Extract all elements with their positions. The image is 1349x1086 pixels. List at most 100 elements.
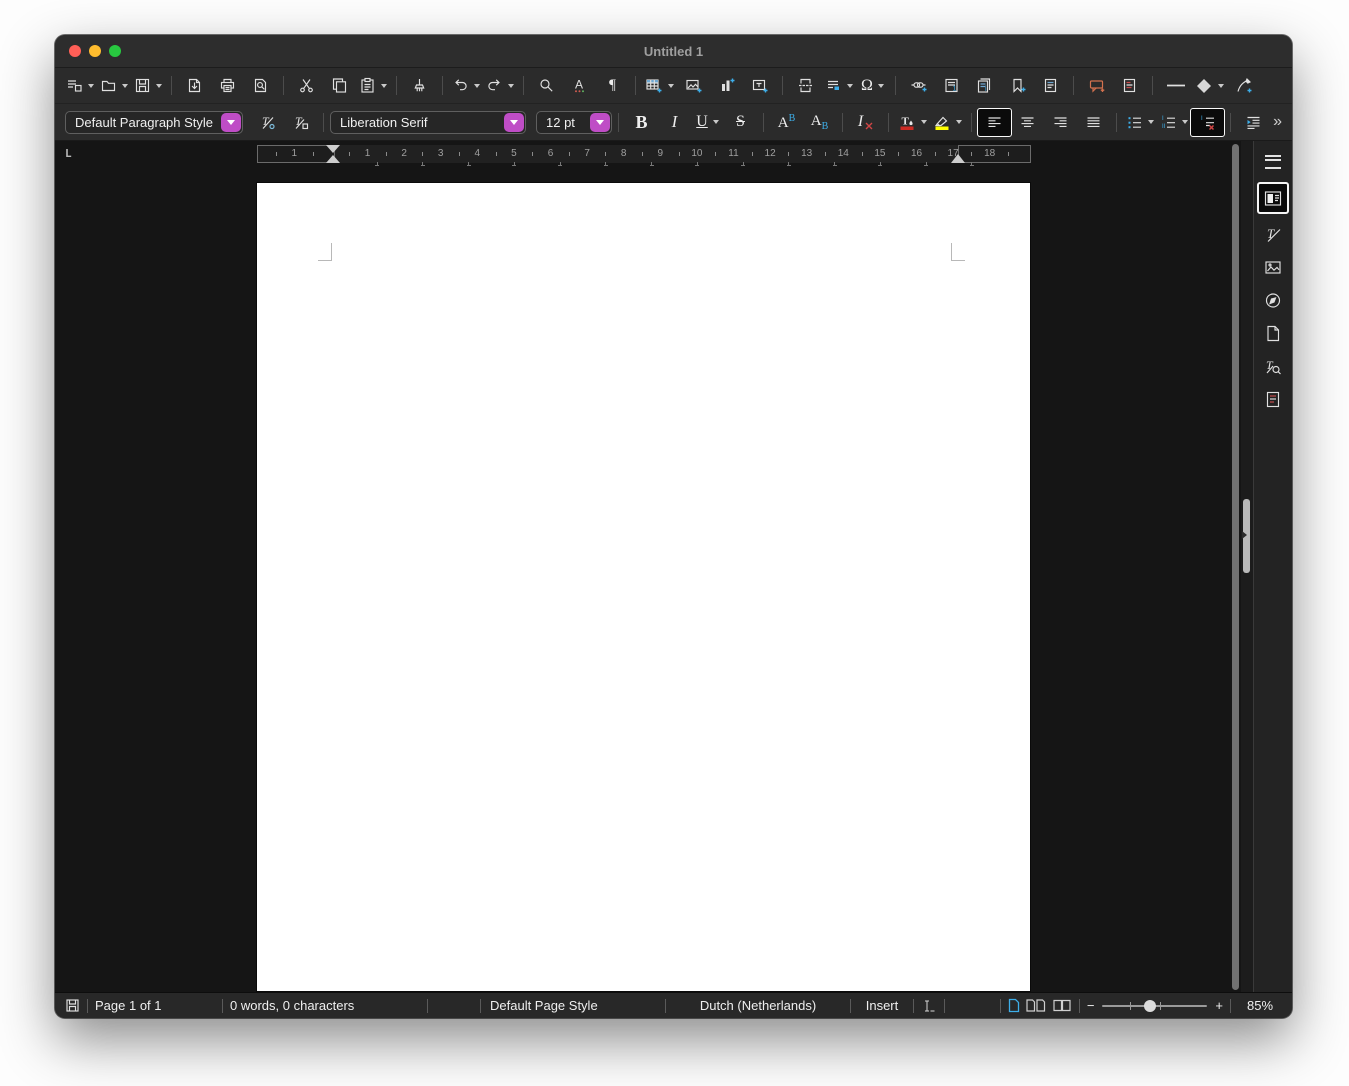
font-name-dropdown-button[interactable] — [504, 113, 524, 132]
document-page[interactable] — [257, 183, 1030, 991]
draw-functions-button[interactable] — [1227, 72, 1260, 99]
sidebar-hide-handle[interactable] — [1243, 499, 1250, 573]
copy-button[interactable] — [323, 72, 356, 99]
sidebar-tab-styles[interactable]: T — [1259, 221, 1287, 247]
page-count[interactable]: Page 1 of 1 — [95, 998, 215, 1013]
tab-stop-selector[interactable]: L — [65, 147, 72, 160]
strikethrough-button[interactable]: S — [724, 109, 757, 136]
text-language[interactable]: Dutch (Netherlands) — [673, 998, 843, 1013]
workspace: L 1123456789101112131415161718 — [55, 141, 1292, 992]
special-character-button[interactable]: Ω — [856, 72, 889, 99]
separator — [1000, 999, 1001, 1013]
book-view-icon[interactable] — [1052, 998, 1072, 1013]
freeform-line-icon — [1235, 77, 1253, 94]
separator — [782, 76, 783, 95]
horizontal-line-button[interactable] — [1159, 72, 1192, 99]
increase-indent-button[interactable] — [1237, 109, 1270, 136]
word-count[interactable]: 0 words, 0 characters — [230, 998, 420, 1013]
insert-image-button[interactable] — [677, 72, 710, 99]
sidebar-tab-properties[interactable] — [1259, 184, 1287, 212]
insert-endnote-button[interactable]: i — [968, 72, 1001, 99]
page-style[interactable]: Default Page Style — [488, 998, 658, 1013]
font-size-combo[interactable]: 12 pt — [536, 111, 612, 134]
superscript-button[interactable]: AB — [770, 109, 803, 136]
font-color-button[interactable]: T — [895, 109, 930, 136]
zoom-level[interactable]: 85% — [1238, 998, 1282, 1013]
horizontal-ruler[interactable]: 1123456789101112131415161718 — [257, 145, 1030, 163]
align-center-button[interactable] — [1011, 109, 1044, 136]
new-style-button[interactable]: T — [284, 109, 317, 136]
multi-page-view-icon[interactable] — [1026, 998, 1046, 1013]
align-right-button[interactable] — [1044, 109, 1077, 136]
ordered-list-button[interactable]: III — [1157, 109, 1191, 136]
basic-shapes-button[interactable] — [1192, 72, 1227, 99]
zoom-slider-thumb[interactable] — [1144, 1000, 1156, 1012]
zoom-in-button[interactable]: + — [1215, 998, 1223, 1013]
footnote-icon: 1 — [943, 77, 960, 94]
print-preview-button[interactable] — [244, 72, 277, 99]
insert-bookmark-button[interactable] — [1001, 72, 1034, 99]
insert-footnote-button[interactable]: 1 — [935, 72, 968, 99]
insert-field-button[interactable] — [822, 72, 856, 99]
sidebar-tab-page[interactable] — [1259, 320, 1287, 346]
paragraph-style-combo[interactable]: Default Paragraph Style — [65, 111, 243, 134]
insert-comment-button[interactable] — [1080, 72, 1113, 99]
title-bar[interactable]: Untitled 1 — [55, 35, 1292, 68]
export-pdf-button[interactable] — [178, 72, 211, 99]
bold-button[interactable]: B — [625, 109, 658, 136]
sidebar-tab-accessibility-check[interactable] — [1259, 386, 1287, 412]
insert-mode[interactable]: Insert — [858, 998, 906, 1013]
sidebar-tab-style-inspector[interactable]: T — [1259, 353, 1287, 379]
insert-text-box-button[interactable] — [743, 72, 776, 99]
paste-button[interactable] — [356, 72, 390, 99]
vertical-scrollbar[interactable] — [1231, 141, 1241, 992]
save-button[interactable] — [131, 72, 165, 99]
sidebar-tab-gallery[interactable] — [1259, 254, 1287, 280]
align-left-button[interactable] — [978, 109, 1011, 136]
unordered-list-button[interactable] — [1123, 109, 1157, 136]
indent-marker[interactable] — [326, 145, 341, 163]
paragraph-style-dropdown-button[interactable] — [221, 113, 241, 132]
highlight-color-button[interactable] — [930, 109, 965, 136]
find-replace-button[interactable] — [530, 72, 563, 99]
redo-button[interactable] — [483, 72, 517, 99]
formatting-marks-button[interactable]: ¶ — [596, 72, 629, 99]
clone-formatting-button[interactable] — [403, 72, 436, 99]
zoom-slider[interactable] — [1102, 1005, 1207, 1007]
font-size-dropdown-button[interactable] — [590, 113, 610, 132]
strikethrough-icon: S — [736, 113, 745, 131]
insert-chart-button[interactable] — [710, 72, 743, 99]
no-list-button[interactable]: I — [1191, 109, 1224, 136]
single-page-view-icon[interactable] — [1008, 998, 1020, 1013]
close-button[interactable] — [69, 45, 81, 57]
underline-button[interactable]: U — [691, 109, 724, 136]
undo-icon — [452, 77, 469, 94]
toolbar-overflow-button[interactable]: » — [1273, 113, 1282, 131]
insert-page-break-button[interactable] — [789, 72, 822, 99]
zoom-slider-tick — [1130, 1002, 1131, 1010]
insert-cross-reference-button[interactable] — [1034, 72, 1067, 99]
subscript-button[interactable]: AB — [803, 109, 836, 136]
zoom-window-button[interactable] — [109, 45, 121, 57]
clear-formatting-button[interactable]: I — [849, 109, 882, 136]
scrollbar-thumb[interactable] — [1232, 144, 1239, 990]
zoom-out-button[interactable]: − — [1087, 998, 1095, 1013]
open-button[interactable] — [97, 72, 131, 99]
insert-hyperlink-button[interactable] — [902, 72, 935, 99]
spelling-button[interactable]: A — [563, 72, 596, 99]
update-style-button[interactable]: T — [251, 109, 284, 136]
font-name-combo[interactable]: Liberation Serif — [330, 111, 526, 134]
print-button[interactable] — [211, 72, 244, 99]
undo-button[interactable] — [449, 72, 483, 99]
sidebar-tab-navigator[interactable] — [1259, 287, 1287, 313]
italic-button[interactable]: I — [658, 109, 691, 136]
new-document-button[interactable] — [63, 72, 97, 99]
sidebar-settings-button[interactable] — [1259, 149, 1287, 175]
cut-button[interactable] — [290, 72, 323, 99]
insert-table-button[interactable] — [642, 72, 677, 99]
track-changes-button[interactable] — [1113, 72, 1146, 99]
justify-button[interactable] — [1077, 109, 1110, 136]
minimize-button[interactable] — [89, 45, 101, 57]
selection-mode[interactable] — [921, 999, 937, 1013]
save-status-indicator[interactable] — [65, 998, 80, 1013]
